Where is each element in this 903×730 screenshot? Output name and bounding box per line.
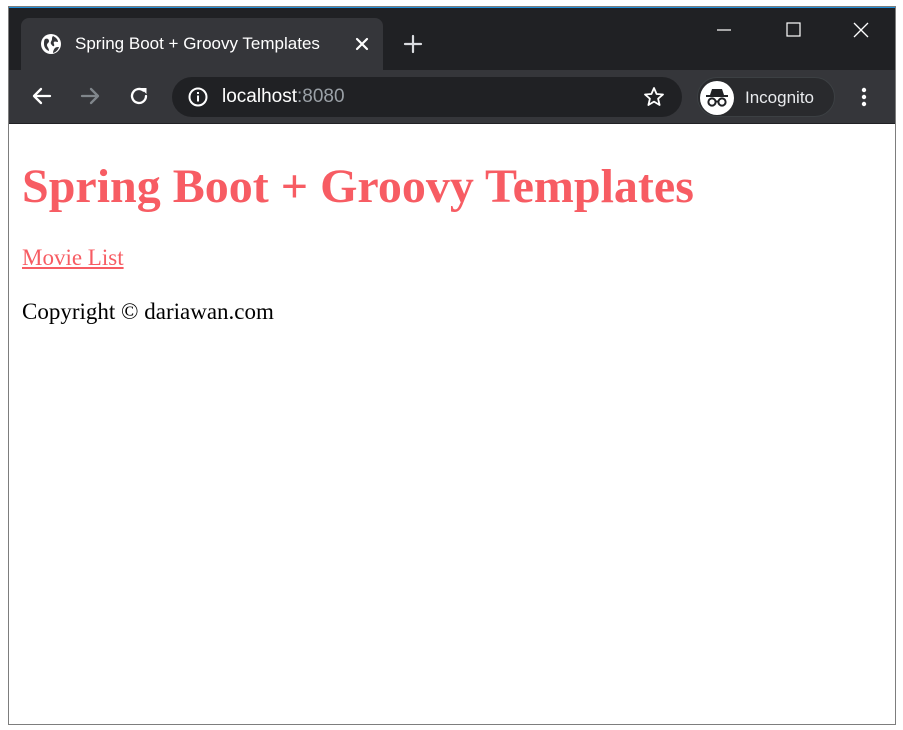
incognito-icon	[700, 81, 734, 115]
maximize-icon[interactable]	[770, 15, 816, 41]
reload-icon[interactable]	[126, 83, 152, 109]
globe-icon	[40, 33, 62, 55]
page-viewport: Spring Boot + Groovy Templates Movie Lis…	[9, 125, 895, 724]
url-port: :8080	[297, 86, 345, 107]
url-host: localhost	[222, 86, 297, 107]
back-arrow-icon[interactable]	[29, 83, 55, 109]
profile-label: Incognito	[745, 88, 814, 107]
site-info-icon[interactable]	[187, 86, 209, 108]
window-close-icon[interactable]	[838, 15, 884, 41]
address-bar[interactable]: localhost:8080	[172, 77, 682, 117]
tab-title: Spring Boot + Groovy Templates	[75, 34, 320, 53]
bookmark-star-icon[interactable]	[642, 85, 666, 109]
forward-arrow-icon[interactable]	[77, 83, 103, 109]
browser-toolbar: localhost:8080 Incognito	[9, 70, 895, 124]
copyright-text: Copyright © dariawan.com	[22, 299, 274, 324]
tab-active[interactable]: Spring Boot + Groovy Templates	[21, 18, 383, 70]
page-title: Spring Boot + Groovy Templates	[22, 160, 694, 213]
incognito-profile-button[interactable]: Incognito	[697, 77, 835, 117]
new-tab-plus-icon[interactable]	[402, 33, 424, 55]
minimize-icon[interactable]	[701, 15, 747, 41]
address-url[interactable]: localhost:8080	[222, 85, 345, 109]
browser-window: Spring Boot + Groovy Templates localhost…	[8, 6, 896, 725]
tab-close-icon[interactable]	[352, 34, 372, 54]
movie-list-link[interactable]: Movie List	[22, 244, 124, 272]
tab-strip: Spring Boot + Groovy Templates	[9, 7, 895, 70]
kebab-menu-icon[interactable]	[852, 84, 876, 110]
